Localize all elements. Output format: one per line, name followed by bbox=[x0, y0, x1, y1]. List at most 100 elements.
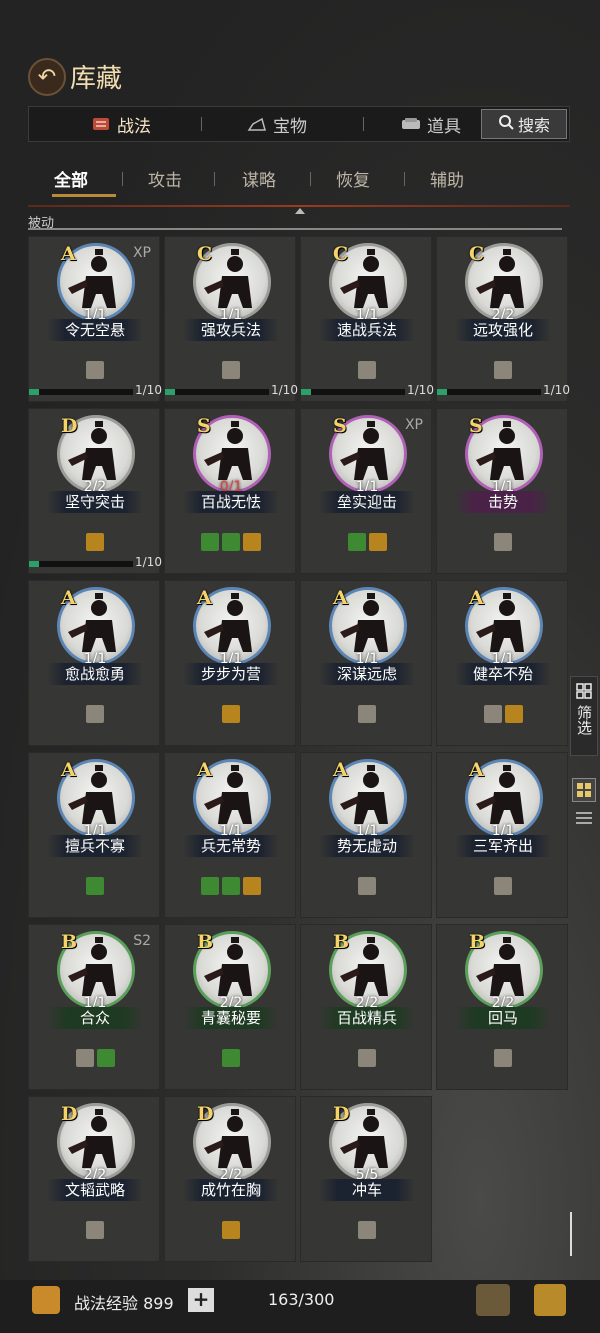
skill-type-icon bbox=[504, 705, 523, 723]
skill-type-icon bbox=[243, 877, 261, 895]
skill-name: 健卒不殆 bbox=[455, 663, 551, 685]
skill-type-icon bbox=[86, 877, 104, 895]
skill-type-badges bbox=[29, 361, 161, 379]
tab-zhanfa[interactable]: 战法 bbox=[91, 107, 151, 141]
skill-type-icon bbox=[358, 361, 376, 379]
skill-name: 速战兵法 bbox=[319, 319, 415, 341]
rank-badge: A bbox=[469, 759, 484, 781]
skill-type-icon bbox=[222, 877, 240, 895]
skill-name: 势无虚动 bbox=[319, 835, 415, 857]
filter-button[interactable]: 筛选 bbox=[570, 676, 598, 756]
skill-type-icon bbox=[86, 705, 104, 723]
skill-name: 青囊秘要 bbox=[183, 1007, 279, 1029]
skill-card[interactable]: C 1/1 速战兵法 1/10 bbox=[300, 236, 434, 402]
skill-type-badges bbox=[29, 877, 161, 895]
skill-name: 步步为营 bbox=[183, 663, 279, 685]
rank-badge: S bbox=[197, 415, 211, 437]
subtab-divider bbox=[310, 172, 311, 186]
subtab-all[interactable]: 全部 bbox=[54, 166, 88, 191]
skill-type-badges bbox=[301, 1221, 433, 1239]
progress-fill bbox=[437, 389, 448, 395]
skill-card[interactable]: A 1/1 愈战愈勇 bbox=[28, 580, 160, 746]
skill-type-icon bbox=[243, 533, 261, 551]
search-button[interactable]: 搜索 bbox=[481, 109, 567, 139]
active-subtab-underline bbox=[52, 194, 116, 197]
skill-name: 击势 bbox=[455, 491, 551, 513]
search-icon bbox=[498, 114, 514, 134]
skill-type-badges bbox=[301, 533, 433, 551]
subtab-assist[interactable]: 辅助 bbox=[430, 166, 464, 191]
skill-type-icon bbox=[347, 533, 366, 551]
progress-bar bbox=[437, 389, 541, 395]
add-exp-button[interactable]: + bbox=[188, 1288, 214, 1312]
skill-card[interactable]: B 2/2 回马 bbox=[436, 924, 568, 1090]
convert-icon[interactable] bbox=[476, 1284, 510, 1316]
skill-type-badges bbox=[301, 1049, 433, 1067]
skill-card[interactable]: C 1/1 强攻兵法 1/10 bbox=[164, 236, 298, 402]
rank-badge: A bbox=[469, 587, 484, 609]
skill-card[interactable]: A 1/1 势无虚动 bbox=[300, 752, 432, 918]
skill-card[interactable]: C 2/2 远攻强化 1/10 bbox=[436, 236, 570, 402]
skill-card[interactable]: A 1/1 深谋远虑 bbox=[300, 580, 432, 746]
skill-type-badges bbox=[165, 1221, 297, 1239]
skill-card[interactable]: S XP 1/1 垒实迎击 bbox=[300, 408, 432, 574]
skill-card[interactable]: D 2/2 文韬武略 bbox=[28, 1096, 160, 1262]
skill-type-icon bbox=[201, 533, 219, 551]
progress-bar bbox=[29, 389, 133, 395]
skill-card[interactable]: A 1/1 三军齐出 bbox=[436, 752, 568, 918]
rank-badge: C bbox=[469, 243, 485, 265]
grid-view-icon[interactable] bbox=[572, 778, 596, 802]
sort-up-icon[interactable] bbox=[295, 208, 305, 214]
subtabs: 全部 攻击 谋略 恢复 辅助 bbox=[28, 160, 570, 197]
progress-bar bbox=[165, 389, 269, 395]
subtab-strategy[interactable]: 谋略 bbox=[242, 166, 276, 191]
list-view-icon[interactable] bbox=[575, 810, 593, 826]
tab-baowu[interactable]: 宝物 bbox=[247, 107, 307, 141]
skill-type-icon bbox=[358, 877, 376, 895]
tab-daoju[interactable]: 道具 bbox=[401, 107, 461, 141]
back-arrow-icon: ↶ bbox=[37, 64, 57, 90]
skill-name: 令无空悬 bbox=[47, 319, 143, 341]
subtab-attack[interactable]: 攻击 bbox=[148, 166, 182, 191]
skill-type-badges bbox=[165, 361, 297, 379]
skill-type-badges bbox=[437, 705, 569, 723]
skill-card[interactable]: B S2 1/1 合众 bbox=[28, 924, 160, 1090]
scrollbar[interactable] bbox=[570, 1212, 572, 1256]
skill-card[interactable]: D 2/2 坚守突击 1/10 bbox=[28, 408, 162, 574]
skill-type-badges bbox=[165, 705, 297, 723]
skill-name: 愈战愈勇 bbox=[47, 663, 143, 685]
skill-type-badges bbox=[165, 1049, 297, 1067]
skill-card[interactable]: A 1/1 健卒不殆 bbox=[436, 580, 568, 746]
skill-card[interactable]: A 1/1 擅兵不寡 bbox=[28, 752, 160, 918]
skill-card[interactable]: A 1/1 兵无常势 bbox=[164, 752, 296, 918]
skill-card[interactable]: S 1/1 击势 bbox=[436, 408, 568, 574]
filter-icon bbox=[576, 683, 592, 703]
skill-type-badges bbox=[301, 361, 433, 379]
skill-type-badges bbox=[437, 533, 569, 551]
rank-badge: D bbox=[333, 1103, 350, 1125]
tab-divider bbox=[201, 117, 202, 131]
skill-card[interactable]: A 1/1 步步为营 bbox=[164, 580, 296, 746]
rank-badge: C bbox=[333, 243, 349, 265]
skill-type-icon bbox=[358, 1221, 376, 1239]
skill-type-badges bbox=[301, 705, 433, 723]
skill-card[interactable]: B 2/2 青囊秘要 bbox=[164, 924, 296, 1090]
rank-badge: D bbox=[61, 415, 78, 437]
skill-card[interactable]: D 5/5 冲车 bbox=[300, 1096, 432, 1262]
rank-badge: S bbox=[469, 415, 483, 437]
skill-type-badges bbox=[29, 533, 161, 551]
skill-type-icon bbox=[86, 533, 104, 551]
subtab-recovery[interactable]: 恢复 bbox=[336, 166, 370, 191]
skill-card[interactable]: B 2/2 百战精兵 bbox=[300, 924, 432, 1090]
rank-badge: A bbox=[333, 759, 348, 781]
page-title: 库藏 bbox=[70, 64, 123, 94]
rank-badge: B bbox=[333, 931, 350, 953]
skill-type-icon bbox=[494, 361, 512, 379]
back-button[interactable]: ↶ bbox=[28, 58, 66, 96]
skill-card[interactable]: S 0/1 百战无怯 bbox=[164, 408, 296, 574]
storage-icon[interactable] bbox=[534, 1284, 566, 1316]
skill-card[interactable]: D 2/2 成竹在胸 bbox=[164, 1096, 296, 1262]
skill-card[interactable]: A XP 1/1 令无空悬 1/10 bbox=[28, 236, 162, 402]
skill-type-badges bbox=[437, 877, 569, 895]
skill-type-icon bbox=[358, 1049, 376, 1067]
